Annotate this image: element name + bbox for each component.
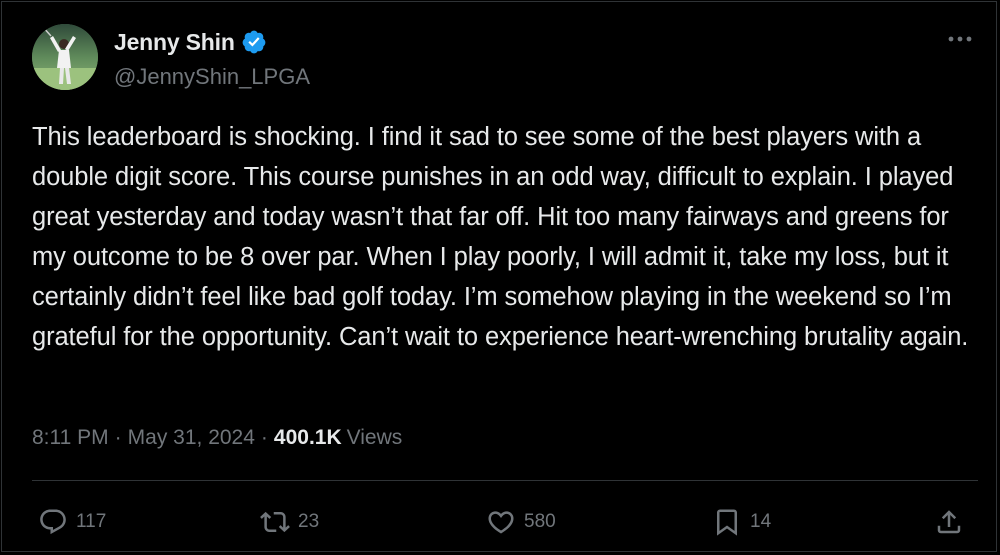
tweet-time[interactable]: 8:11 PM (32, 426, 109, 450)
tweet-meta: 8:11 PM · May 31, 2024 · 400.1K Views (32, 426, 402, 450)
views-label[interactable]: Views (347, 426, 403, 450)
bookmark-icon (712, 507, 742, 537)
heart-icon (486, 507, 516, 537)
repost-count: 23 (298, 511, 320, 532)
avatar[interactable] (32, 24, 98, 90)
reply-count: 117 (76, 511, 107, 532)
meta-separator: · (114, 426, 122, 449)
bookmark-button[interactable]: 14 (712, 505, 771, 539)
like-button[interactable]: 580 (486, 505, 556, 539)
repost-icon (260, 507, 290, 537)
more-options-button[interactable] (940, 26, 980, 52)
views-count[interactable]: 400.1K (274, 426, 342, 450)
meta-separator: · (260, 426, 268, 449)
author-display-name[interactable]: Jenny Shin (114, 29, 235, 56)
reply-icon (38, 507, 68, 537)
tweet-text: This leaderboard is shocking. I find it … (32, 123, 969, 351)
repost-button[interactable]: 23 (260, 505, 319, 539)
author-handle[interactable]: @JennyShin_LPGA (114, 64, 310, 90)
share-icon (934, 507, 964, 537)
verified-badge-icon[interactable] (241, 29, 267, 55)
divider (32, 480, 978, 481)
share-button[interactable] (934, 505, 964, 539)
more-horizontal-icon (947, 30, 973, 48)
author-name-row: Jenny Shin (114, 28, 267, 56)
tweet-card: Jenny Shin @JennyShin_LPGA This leaderbo… (1, 1, 997, 552)
reply-button[interactable]: 117 (38, 505, 106, 539)
like-count: 580 (524, 511, 556, 532)
tweet-date[interactable]: May 31, 2024 (128, 426, 255, 450)
bookmark-count: 14 (750, 511, 772, 532)
